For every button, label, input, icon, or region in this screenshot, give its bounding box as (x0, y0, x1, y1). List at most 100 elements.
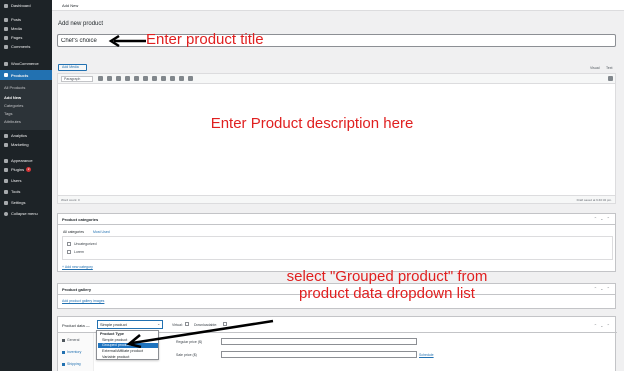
category-label: Uncategorized (74, 242, 97, 246)
sidebar-item-label: Marketing (11, 142, 29, 147)
box-controls-icon[interactable]: ⌃ ⌄ ⌃ (594, 216, 611, 221)
box-controls-icon[interactable]: ⌃ ⌄ ⌃ (594, 286, 611, 291)
sidebar-item-label: Analytics (11, 133, 28, 138)
sidebar-item-appearance[interactable]: Appearance (0, 156, 52, 165)
add-media-button[interactable]: Add Media (58, 64, 87, 71)
description-editor[interactable]: Paragraph Word count: 0 Draft saved at 9… (57, 73, 616, 204)
sidebar-item-tools[interactable]: Tools (0, 187, 52, 196)
annotation-grouped: select "Grouped product" from product da… (286, 268, 488, 302)
sidebar-item-label: Users (11, 178, 22, 183)
sidebar-item-users[interactable]: Users (0, 176, 52, 185)
sidebar-item-woocommerce[interactable]: WooCommerce (0, 59, 52, 68)
product-data-label: Product data — (62, 323, 90, 328)
annotation-arrow-title (108, 35, 146, 47)
link-icon[interactable] (170, 76, 175, 81)
submenu-all-products[interactable]: All Products (4, 85, 25, 90)
align-right-icon[interactable] (161, 76, 166, 81)
editor-toolbar: Paragraph (58, 74, 615, 84)
submenu-add-new[interactable]: Add New (4, 95, 21, 100)
inventory-icon (62, 350, 65, 354)
option-external-affiliate-product[interactable]: External/Affiliate product (98, 349, 158, 354)
add-gallery-images-link[interactable]: Add product gallery images (62, 299, 104, 303)
category-checkbox-uncategorized[interactable] (67, 242, 71, 246)
product-data-tabs: General Inventory Shipping (58, 333, 94, 371)
bullet-list-icon[interactable] (116, 76, 121, 81)
numbered-list-icon[interactable] (125, 76, 130, 81)
sale-price-input[interactable] (221, 351, 417, 358)
italic-icon[interactable] (107, 76, 112, 81)
media-icon (4, 26, 8, 31)
truck-icon (62, 362, 65, 366)
draft-saved-status: Draft saved at 9:40:32 pm. (576, 197, 612, 202)
dashboard-icon (4, 3, 8, 8)
sale-price-label: Sale price ($) (176, 353, 197, 357)
sidebar-item-label: Collapse menu (11, 211, 38, 216)
sidebar-item-plugins[interactable]: Plugins 2 (0, 165, 52, 174)
sidebar-item-posts[interactable]: Posts (0, 15, 52, 24)
sidebar-item-label: Tools (11, 189, 21, 194)
page-title: Add new product (58, 21, 104, 27)
submenu-categories[interactable]: Categories (4, 103, 23, 108)
tab-inventory[interactable]: Inventory (62, 350, 81, 354)
page-icon (4, 35, 8, 40)
fullscreen-icon[interactable] (608, 76, 613, 81)
plugin-icon (4, 167, 8, 172)
sidebar-item-label: Dashboard (11, 3, 31, 8)
plugins-update-badge: 2 (26, 167, 32, 172)
sidebar-item-label: Comments (11, 44, 31, 49)
box-controls-icon[interactable]: ⌃ ⌄ ⌃ (594, 323, 611, 328)
sidebar-item-products[interactable]: Products (0, 70, 52, 80)
sidebar-item-settings[interactable]: Settings (0, 198, 52, 207)
user-icon (4, 178, 8, 183)
tab-shipping[interactable]: Shipping (62, 362, 81, 366)
category-label: Lorem (74, 250, 84, 254)
add-new-category-link[interactable]: + Add new category (62, 265, 93, 269)
schedule-link[interactable]: Schedule (419, 353, 434, 357)
product-categories-box: Product categories ⌃ ⌄ ⌃ All categories … (57, 213, 616, 272)
tab-label: Shipping (67, 362, 81, 366)
tab-most-used[interactable]: Most Used (93, 230, 110, 234)
category-checkbox-lorem[interactable] (67, 250, 71, 254)
sidebar-item-label: Posts (11, 17, 22, 22)
pin-icon (4, 17, 8, 22)
products-submenu: All Products Add New Categories Tags Att… (0, 80, 52, 130)
option-variable-product[interactable]: Variable product (98, 355, 158, 360)
sidebar-item-comments[interactable]: Comments (0, 42, 52, 51)
tab-all-categories[interactable]: All categories (63, 230, 84, 234)
more-tag-icon[interactable] (179, 76, 184, 81)
category-checklist: Uncategorized Lorem (62, 236, 613, 260)
sidebar-collapse-menu[interactable]: Collapse menu (0, 209, 52, 218)
sidebar-item-label: WooCommerce (11, 61, 39, 66)
paragraph-format-select[interactable]: Paragraph (61, 76, 93, 82)
sidebar-item-label: Pages (11, 35, 23, 40)
megaphone-icon (4, 142, 8, 147)
editor-status-bar: Word count: 0 Draft saved at 9:40:32 pm. (58, 195, 615, 203)
bold-icon[interactable] (98, 76, 103, 81)
align-center-icon[interactable] (152, 76, 157, 81)
submenu-attributes[interactable]: Attributes (4, 119, 21, 124)
tab-visual[interactable]: Visual (590, 66, 599, 70)
sidebar-item-media[interactable]: Media (0, 24, 52, 33)
tab-label: General (67, 338, 80, 342)
sidebar-item-label: Settings (11, 200, 26, 205)
annotation-description: Enter Product description here (210, 115, 414, 132)
sidebar-item-label: Products (11, 72, 29, 78)
collapse-icon (4, 211, 8, 216)
chart-icon (4, 133, 8, 138)
submenu-tags[interactable]: Tags (4, 111, 12, 116)
sidebar-item-label: Appearance (11, 158, 33, 163)
sidebar-item-marketing[interactable]: Marketing (0, 140, 52, 149)
sidebar-item-dashboard[interactable]: Dashboard (0, 1, 52, 10)
tab-general[interactable]: General (62, 338, 79, 342)
sidebar-item-analytics[interactable]: Analytics (0, 131, 52, 140)
toolbar-toggle-icon[interactable] (188, 76, 193, 81)
tab-text[interactable]: Text (606, 66, 612, 70)
sidebar-item-label: Plugins (11, 167, 25, 172)
admin-sidebar: Dashboard Posts Media Pages Comments Woo… (0, 0, 52, 371)
blockquote-icon[interactable] (134, 76, 139, 81)
sidebar-item-pages[interactable]: Pages (0, 33, 52, 42)
brush-icon (4, 158, 8, 163)
box-title: Product gallery (62, 287, 92, 292)
top-bar-label: Add New (62, 3, 79, 8)
align-left-icon[interactable] (143, 76, 148, 81)
